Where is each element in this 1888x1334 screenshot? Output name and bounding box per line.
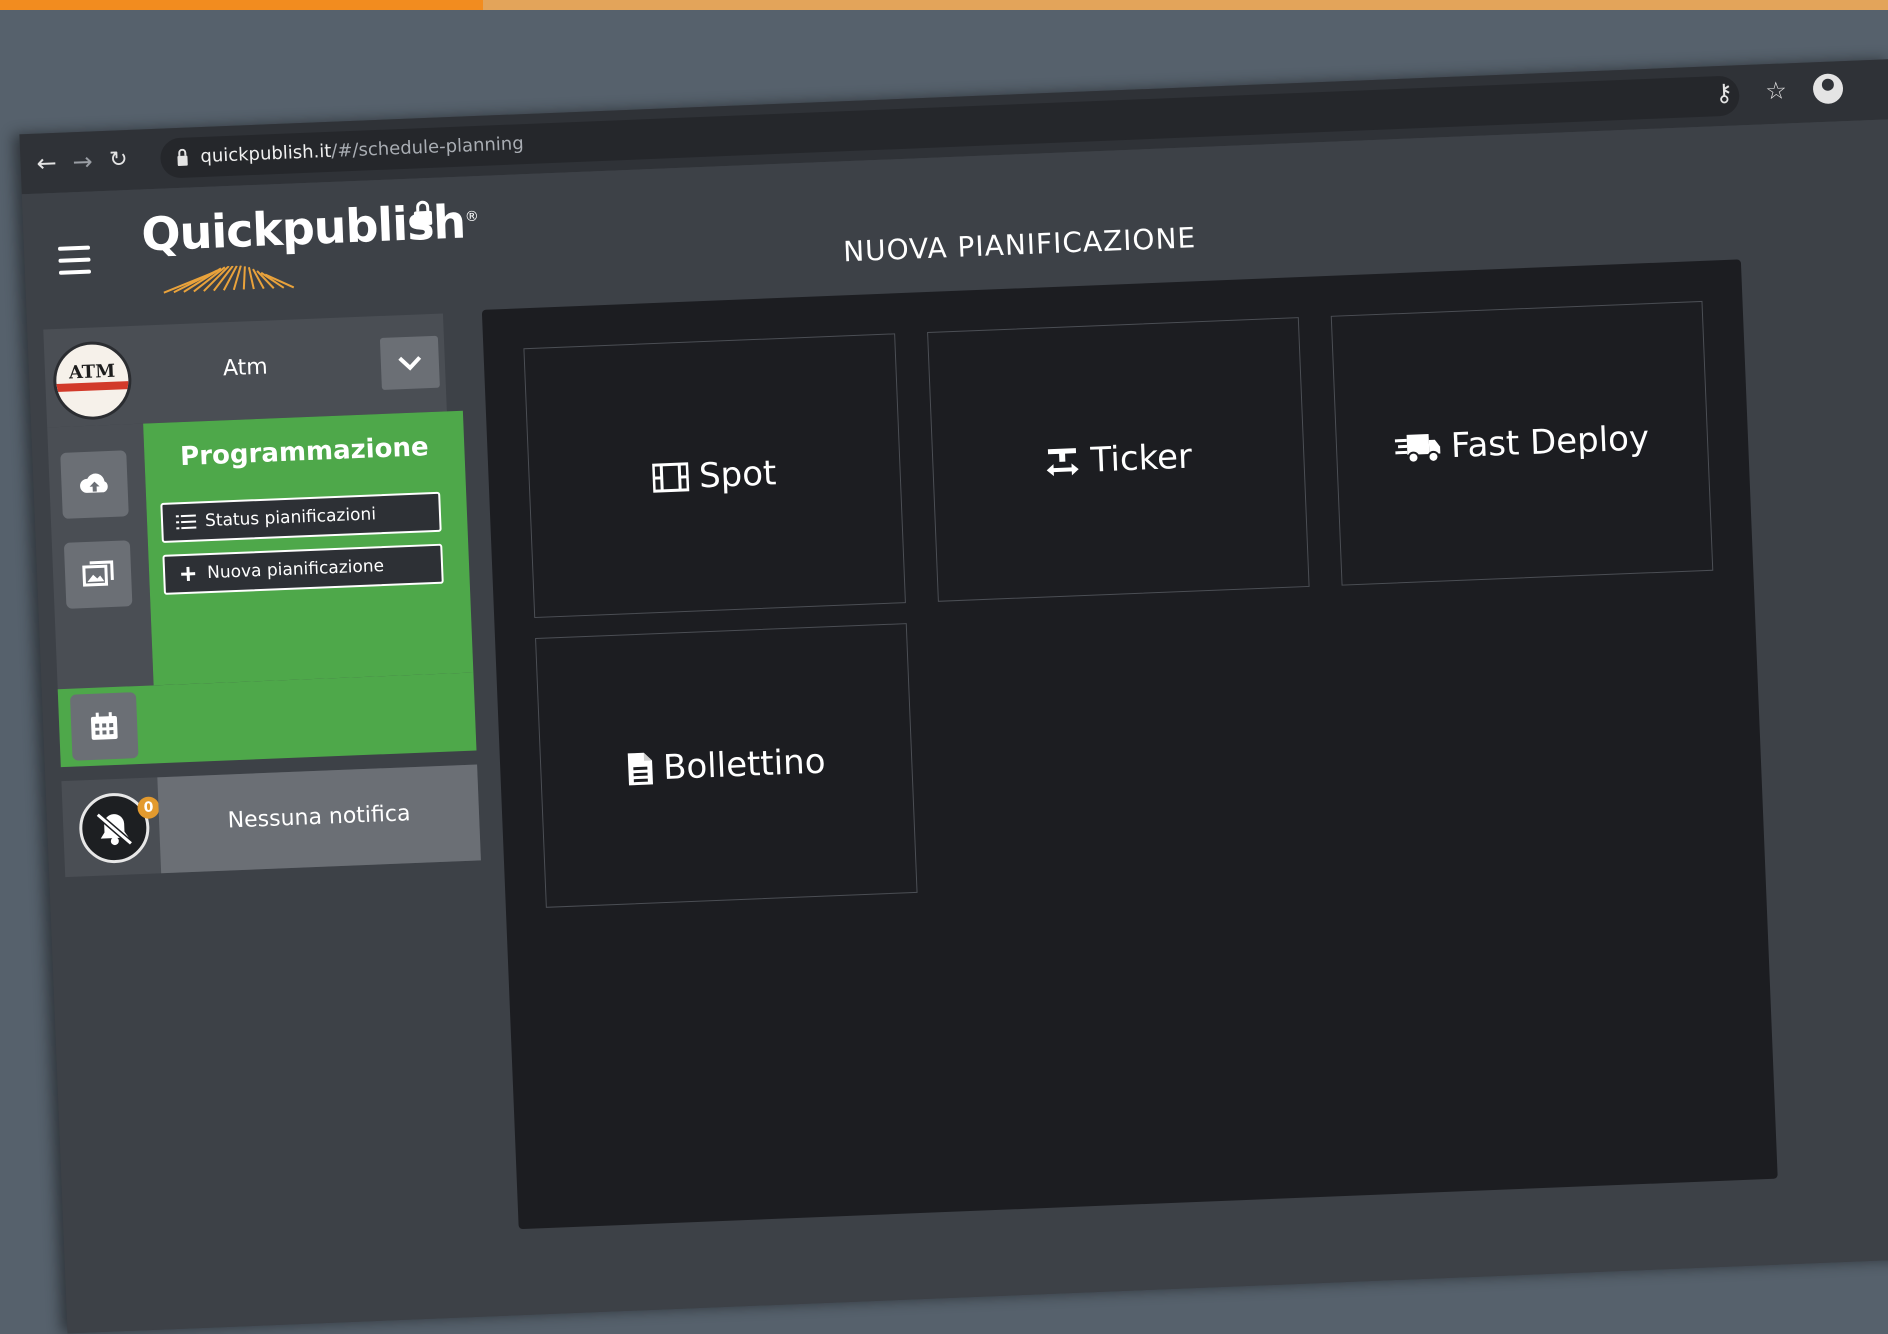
nuova-pianificazione-label: Nuova pianificazione	[207, 556, 385, 583]
url-host: quickpublish.it	[200, 141, 332, 167]
programmazione-panel-footer	[58, 673, 477, 768]
profile-icon[interactable]	[1812, 73, 1843, 104]
lock-icon[interactable]	[412, 200, 433, 227]
page-title: NUOVA PIANIFICAZIONE	[479, 207, 1559, 283]
browser-window: ← → ↻ quickpublish.it/#/schedule-plannin…	[19, 59, 1888, 1333]
company-logo-text: ATM	[56, 360, 129, 384]
status-pianificazioni-label: Status pianificazioni	[205, 504, 377, 531]
lock-icon	[176, 149, 189, 167]
tile-ticker[interactable]: Ticker	[927, 317, 1310, 602]
list-icon	[175, 514, 198, 531]
notifications-row[interactable]: 0 Nessuna notifica	[61, 764, 481, 877]
notifications-card: Nessuna notifica	[157, 764, 481, 873]
tile-fast-deploy-label: Fast Deploy	[1450, 418, 1650, 466]
text-width-icon	[1044, 445, 1081, 478]
arrow-right-icon[interactable]: →	[66, 145, 99, 178]
bell-slash-icon[interactable]: 0	[78, 792, 151, 865]
url-path: /#/schedule-planning	[331, 133, 524, 162]
tile-ticker-label: Ticker	[1090, 437, 1193, 481]
screen: ← → ↻ quickpublish.it/#/schedule-plannin…	[0, 0, 1888, 1291]
schedule-type-panel: Spot Ticker	[482, 259, 1778, 1229]
company-selector[interactable]: ATM Atm	[43, 313, 447, 427]
company-logo: ATM	[52, 340, 133, 421]
star-icon[interactable]: ☆	[1761, 76, 1792, 105]
tile-bollettino[interactable]: Bollettino	[535, 623, 918, 908]
quickpublish-logo: Quickpublish®	[140, 196, 433, 298]
company-dropdown-button[interactable]	[380, 336, 440, 390]
key-icon[interactable]: ⚷	[1709, 78, 1740, 107]
notification-count-badge: 0	[137, 796, 160, 819]
cloud-upload-icon[interactable]	[60, 450, 129, 519]
company-name: Atm	[222, 355, 268, 382]
logo-rays-icon	[153, 263, 314, 295]
url-text: quickpublish.it/#/schedule-planning	[200, 133, 524, 167]
tile-bollettino-label: Bollettino	[662, 742, 826, 788]
arrow-left-icon[interactable]: ←	[30, 147, 63, 180]
film-icon	[652, 462, 689, 493]
tile-fast-deploy[interactable]: Fast Deploy	[1331, 301, 1714, 586]
tile-spot[interactable]: Spot	[523, 333, 906, 618]
file-alt-icon	[626, 751, 653, 786]
status-pianificazioni-link[interactable]: Status pianificazioni	[160, 492, 441, 543]
app-root: Quickpublish®	[22, 119, 1888, 1333]
images-icon[interactable]	[64, 540, 133, 609]
notifications-text: Nessuna notifica	[159, 798, 480, 836]
section-title: Programmazione	[144, 431, 465, 474]
chevron-down-icon	[398, 353, 423, 372]
shipping-fast-icon	[1394, 430, 1441, 466]
nuova-pianificazione-link[interactable]: Nuova pianificazione	[162, 544, 443, 595]
tile-spot-label: Spot	[698, 453, 777, 496]
plus-icon	[177, 564, 200, 583]
reload-icon[interactable]: ↻	[102, 144, 135, 177]
menu-icon[interactable]	[58, 246, 91, 275]
calendar-icon[interactable]	[70, 692, 139, 761]
programmazione-panel: Programmazione Status pianificazioni Nuo…	[143, 411, 473, 686]
